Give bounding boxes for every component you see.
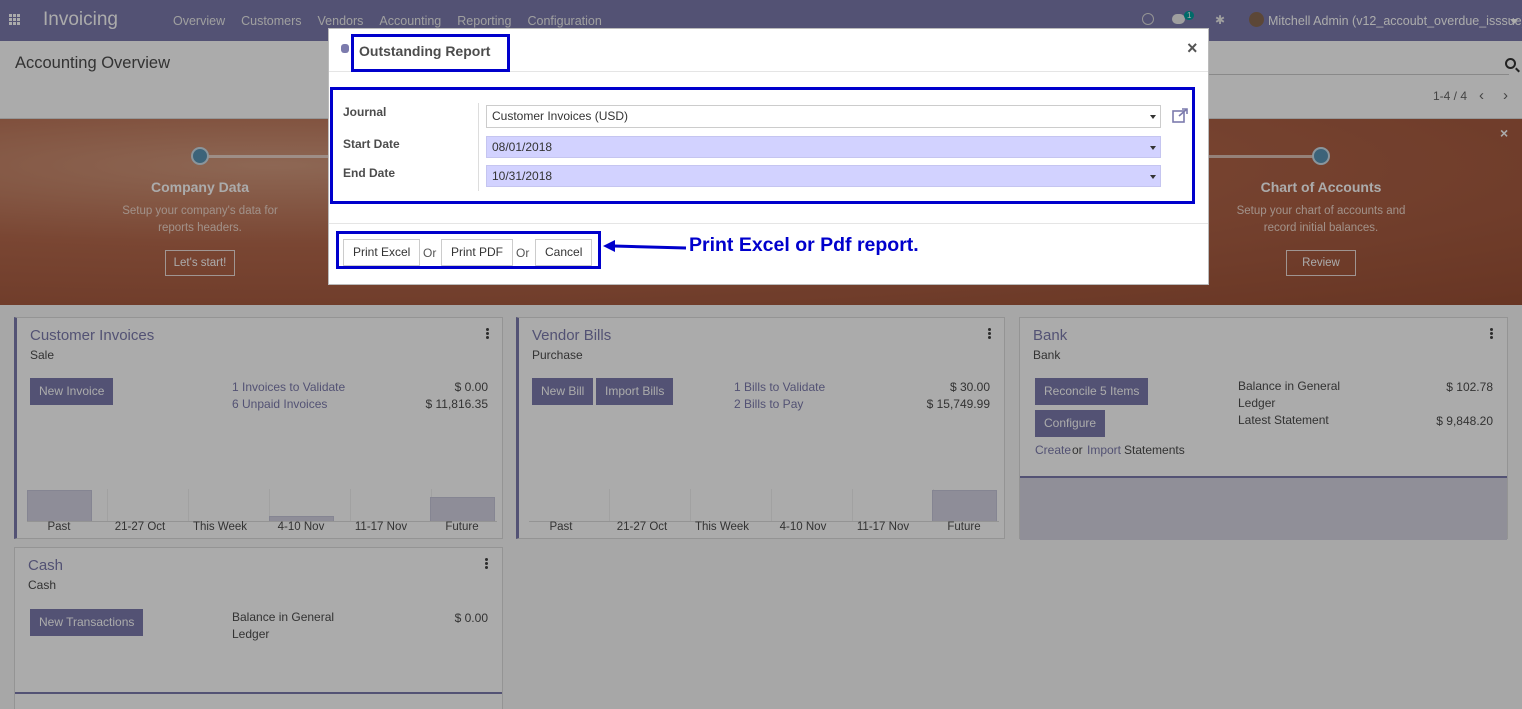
dialog-close-icon[interactable]: ×: [1187, 38, 1198, 59]
annotation-text: Print Excel or Pdf report.: [689, 234, 919, 256]
annotation-box-fields: [330, 87, 1195, 204]
annotation-arrow-icon: [603, 240, 687, 252]
annotation-box-title: [351, 34, 510, 72]
annotation-box-buttons: [336, 231, 601, 269]
debug-bug-icon[interactable]: [341, 44, 349, 53]
dialog-footer-separator: [329, 223, 1208, 224]
